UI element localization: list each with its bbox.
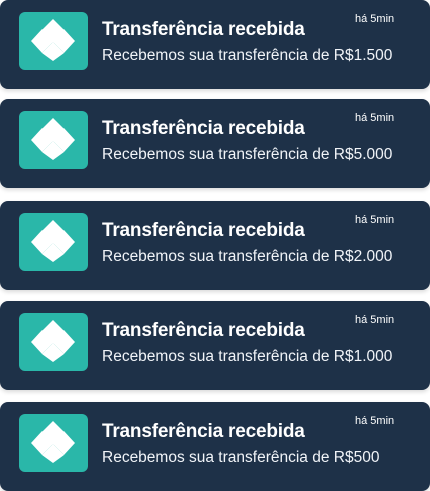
notification-time: há 5min xyxy=(355,13,395,25)
notification-body: Recebemos sua transferência de R$5.000 xyxy=(102,146,393,163)
pix-logo-icon xyxy=(19,313,88,371)
notification-time: há 5min xyxy=(355,314,395,326)
pix-logo-icon xyxy=(19,213,88,271)
notification-time: há 5min xyxy=(355,112,395,124)
notification-stack: Transferência recebida Recebemos sua tra… xyxy=(0,0,430,491)
notification-body: Recebemos sua transferência de R$1.000 xyxy=(102,348,393,365)
notification-card[interactable]: Transferência recebida Recebemos sua tra… xyxy=(0,402,430,491)
pix-logo-icon xyxy=(19,12,88,70)
notification-card[interactable]: Transferência recebida Recebemos sua tra… xyxy=(0,99,430,188)
pix-logo-icon xyxy=(19,111,88,169)
notification-title: Transferência recebida xyxy=(102,220,305,241)
notification-title: Transferência recebida xyxy=(102,421,305,442)
pix-logo-icon xyxy=(19,414,88,472)
notification-time: há 5min xyxy=(355,214,395,226)
notification-body: Recebemos sua transferência de R$500 xyxy=(102,449,380,466)
notification-body: Recebemos sua transferência de R$2.000 xyxy=(102,248,393,265)
notification-body: Recebemos sua transferência de R$1.500 xyxy=(102,47,393,64)
notification-time: há 5min xyxy=(355,415,395,427)
notification-title: Transferência recebida xyxy=(102,19,305,40)
notification-card[interactable]: Transferência recebida Recebemos sua tra… xyxy=(0,0,430,89)
notification-card[interactable]: Transferência recebida Recebemos sua tra… xyxy=(0,301,430,390)
notification-title: Transferência recebida xyxy=(102,118,305,139)
notification-title: Transferência recebida xyxy=(102,320,305,341)
notification-card[interactable]: Transferência recebida Recebemos sua tra… xyxy=(0,201,430,290)
